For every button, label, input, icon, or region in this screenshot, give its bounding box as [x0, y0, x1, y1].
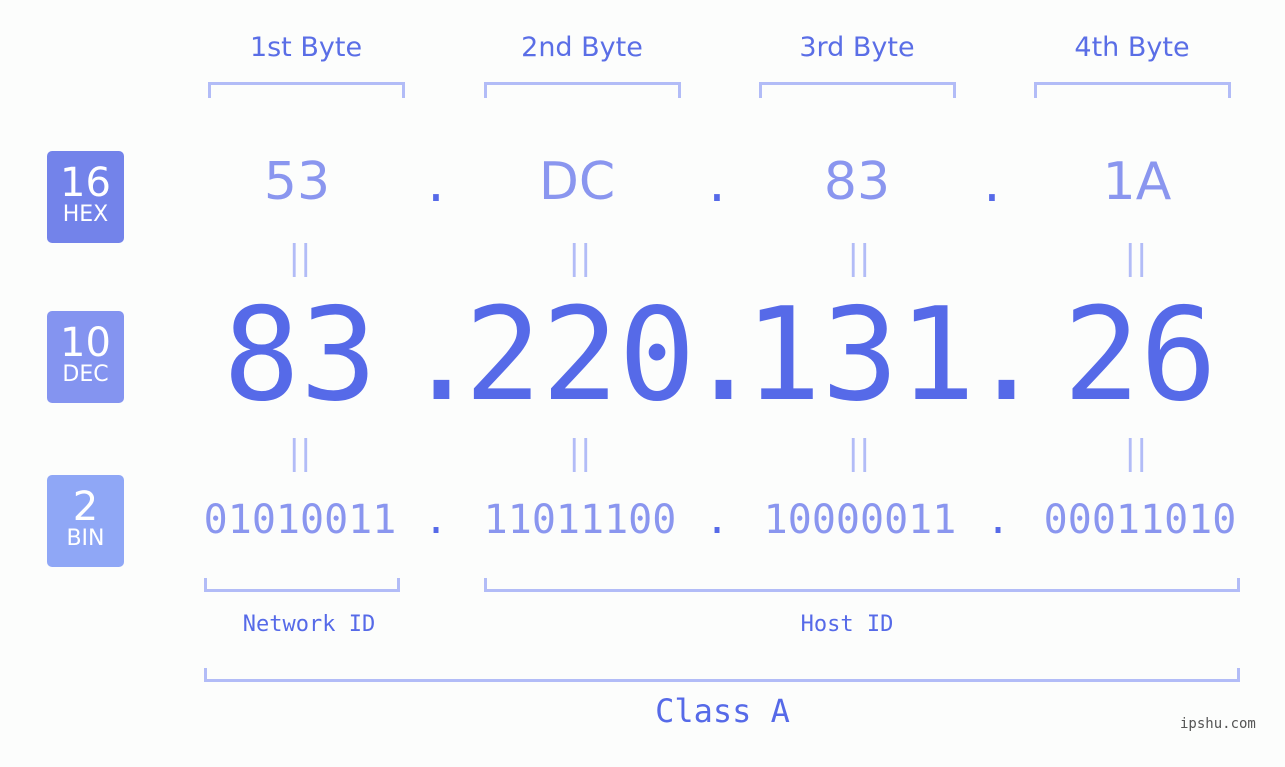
equals-icon: ||	[568, 238, 592, 278]
class-bracket	[204, 668, 1240, 682]
hex-base-number: 16	[60, 160, 111, 206]
byte-bracket-2	[484, 82, 681, 98]
byte-header-1: 1st Byte	[249, 32, 363, 63]
host-id-bracket	[484, 578, 1240, 592]
equals-icon: ||	[288, 433, 312, 473]
class-label: Class A	[655, 692, 790, 730]
bin-byte-3: 10000011	[763, 497, 957, 543]
equals-icon: ||	[568, 433, 592, 473]
hex-separator: .	[422, 158, 450, 212]
byte-header-3: 3rd Byte	[799, 32, 915, 63]
hex-byte-2: DC	[538, 152, 616, 212]
network-id-bracket	[204, 578, 400, 592]
bin-byte-4: 00011010	[1043, 497, 1237, 543]
bin-base-number: 2	[72, 484, 99, 530]
equals-icon: ||	[1124, 238, 1148, 278]
network-id-label: Network ID	[242, 612, 376, 637]
dec-byte-3: 131	[744, 281, 976, 430]
dec-byte-4: 26	[1062, 281, 1218, 430]
bin-separator: .	[985, 497, 1011, 543]
equals-icon: ||	[1124, 433, 1148, 473]
hex-base-label: HEX	[62, 202, 109, 227]
dec-separator: .	[403, 281, 481, 430]
bin-separator: .	[423, 497, 449, 543]
host-id-label: Host ID	[800, 612, 894, 637]
bin-separator: .	[704, 497, 730, 543]
watermark: ipshu.com	[1180, 716, 1256, 732]
hex-separator: .	[978, 158, 1006, 212]
dec-byte-2: 220	[464, 281, 696, 430]
bin-byte-2: 11011100	[483, 497, 677, 543]
dec-base-number: 10	[60, 320, 111, 366]
byte-header-4: 4th Byte	[1074, 32, 1190, 63]
equals-icon: ||	[847, 238, 871, 278]
equals-icon: ||	[847, 433, 871, 473]
dec-badge: 10 DEC	[47, 311, 124, 403]
byte-bracket-4	[1034, 82, 1231, 98]
byte-header-2: 2nd Byte	[521, 32, 643, 63]
byte-bracket-1	[208, 82, 405, 98]
hex-byte-1: 53	[263, 152, 331, 212]
bin-byte-1: 01010011	[203, 497, 397, 543]
dec-separator: .	[968, 281, 1046, 430]
bin-base-label: BIN	[66, 526, 105, 551]
byte-bracket-3	[759, 82, 956, 98]
equals-icon: ||	[288, 238, 312, 278]
hex-byte-4: 1A	[1102, 152, 1172, 212]
dec-byte-1: 83	[222, 281, 378, 430]
dec-separator: .	[685, 281, 763, 430]
hex-byte-3: 83	[823, 152, 891, 212]
hex-separator: .	[703, 158, 731, 212]
bin-badge: 2 BIN	[47, 475, 124, 567]
hex-badge: 16 HEX	[47, 151, 124, 243]
dec-base-label: DEC	[62, 362, 109, 387]
